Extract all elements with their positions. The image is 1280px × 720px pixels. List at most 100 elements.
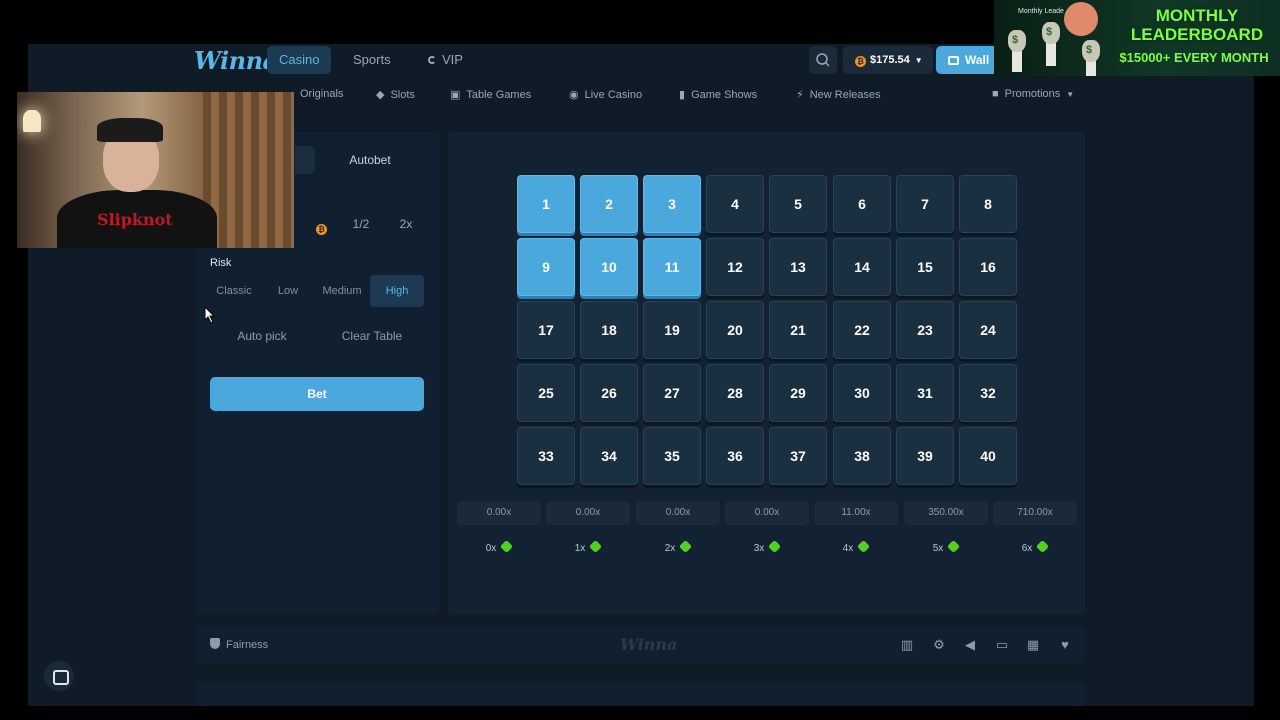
keno-tile[interactable]: 31	[896, 364, 954, 422]
auto-pick-button[interactable]: Auto pick	[208, 322, 316, 350]
keno-tile[interactable]: 22	[833, 301, 891, 359]
keno-tile[interactable]: 4	[706, 175, 764, 233]
subnav-new-releases[interactable]: ⚡ New Releases	[796, 88, 881, 101]
keno-tile[interactable]: 39	[896, 427, 954, 485]
search-button[interactable]	[809, 46, 837, 74]
subnav-live-casino[interactable]: ◉ Live Casino	[569, 88, 642, 101]
keno-tile[interactable]: 29	[769, 364, 827, 422]
keno-tile[interactable]: 38	[833, 427, 891, 485]
banner-subtitle: $15000+ EVERY MONTH	[1119, 50, 1269, 65]
gem-icon	[857, 539, 871, 554]
bottom-panel	[196, 682, 1085, 706]
keno-tile[interactable]: 2	[580, 175, 638, 233]
keno-tile[interactable]: 30	[833, 364, 891, 422]
half-bet-button[interactable]: 1/2	[341, 210, 381, 238]
keno-tile[interactable]: 7	[896, 175, 954, 233]
keno-tile[interactable]: 40	[959, 427, 1017, 485]
clear-table-button[interactable]: Clear Table	[318, 322, 426, 350]
gem-icon: ◆	[376, 89, 385, 101]
risk-option-low[interactable]: Low	[264, 275, 312, 307]
chat-button[interactable]	[44, 661, 74, 691]
wallet-button[interactable]: Wall	[936, 46, 996, 74]
hit-count-label: 1x	[574, 543, 586, 554]
layout-button[interactable]: ▦	[1024, 636, 1042, 654]
banner-small-text: Monthly Leade	[1018, 8, 1064, 15]
subnav-live-casino-label: Live Casino	[584, 89, 643, 101]
microphone-icon: ▮	[679, 89, 686, 101]
tab-manual[interactable]	[295, 146, 315, 174]
bet-amount-currency: ₿	[316, 218, 327, 235]
stats-button[interactable]: ▥	[898, 636, 916, 654]
keno-tile[interactable]: 3	[643, 175, 701, 233]
keno-tile[interactable]: 17	[517, 301, 575, 359]
webcam-overlay: Slipknot	[17, 92, 294, 248]
nav-vip-label: VIP	[442, 52, 463, 67]
webcam-person-cap	[97, 118, 163, 142]
subnav-promotions[interactable]: ■ Promotions ▼	[992, 88, 1074, 100]
keno-tile[interactable]: 23	[896, 301, 954, 359]
keno-tile[interactable]: 1	[517, 175, 575, 233]
lightning-icon: ⚡	[796, 89, 804, 101]
subnav-slots[interactable]: ◆ Slots	[376, 88, 415, 101]
subnav-game-shows[interactable]: ▮ Game Shows	[679, 88, 757, 101]
broadcast-icon: ◉	[569, 89, 579, 101]
hit-count: 2x	[636, 539, 720, 555]
keno-tile[interactable]: 13	[769, 238, 827, 296]
sound-button[interactable]: ◀	[961, 636, 979, 654]
payout-multiplier: 11.00x	[814, 501, 898, 525]
keno-tile[interactable]: 28	[706, 364, 764, 422]
balance-selector[interactable]: ₿ $175.54 ▼	[843, 46, 933, 74]
settings-button[interactable]: ⚙	[930, 636, 948, 654]
footer-logo: Winna	[620, 635, 678, 654]
keno-tile[interactable]: 14	[833, 238, 891, 296]
money-bag-icon	[1082, 40, 1100, 62]
keno-tile[interactable]: 33	[517, 427, 575, 485]
double-bet-button[interactable]: 2x	[388, 210, 424, 238]
hit-count-label: 3x	[753, 543, 765, 554]
chevron-down-icon: ▼	[1066, 90, 1075, 99]
keno-tile[interactable]: 24	[959, 301, 1017, 359]
risk-option-high[interactable]: High	[370, 275, 424, 307]
keno-tile[interactable]: 19	[643, 301, 701, 359]
keno-tile[interactable]: 12	[706, 238, 764, 296]
risk-option-medium[interactable]: Medium	[316, 275, 368, 307]
keno-tile[interactable]: 21	[769, 301, 827, 359]
keno-tile[interactable]: 32	[959, 364, 1017, 422]
webcam-shirt-text: Slipknot	[97, 210, 173, 229]
shield-icon	[210, 638, 220, 649]
keno-tile[interactable]: 20	[706, 301, 764, 359]
fairness-button[interactable]: Fairness	[210, 638, 268, 651]
keno-tile[interactable]: 6	[833, 175, 891, 233]
keno-tile[interactable]: 35	[643, 427, 701, 485]
keno-tile[interactable]: 9	[517, 238, 575, 296]
bet-button[interactable]: Bet	[210, 377, 424, 411]
keno-tile[interactable]: 5	[769, 175, 827, 233]
keno-tile[interactable]: 26	[580, 364, 638, 422]
game-footer: Fairness Winna ▥ ⚙ ◀ ▭ ▦ ♥	[196, 626, 1085, 664]
nav-casino[interactable]: Casino	[267, 46, 332, 74]
nav-vip[interactable]: VIP	[416, 46, 475, 74]
tab-autobet[interactable]: Autobet	[316, 146, 424, 174]
favorite-button[interactable]: ♥	[1056, 636, 1074, 654]
keno-tile[interactable]: 15	[896, 238, 954, 296]
keno-tile[interactable]: 11	[643, 238, 701, 296]
hotkeys-button[interactable]: ▭	[993, 636, 1011, 654]
gem-icon	[679, 539, 693, 554]
subnav-originals[interactable]: Originals	[300, 88, 343, 100]
keno-tile[interactable]: 25	[517, 364, 575, 422]
keno-tile[interactable]: 10	[580, 238, 638, 296]
subnav-new-releases-label: New Releases	[809, 89, 881, 101]
keno-tile[interactable]: 34	[580, 427, 638, 485]
gem-icon	[1036, 539, 1050, 554]
keno-tile[interactable]: 8	[959, 175, 1017, 233]
banner-title: MONTHLY LEADERBOARD	[1130, 6, 1264, 44]
nav-sports[interactable]: Sports	[341, 46, 403, 74]
keno-tile[interactable]: 27	[643, 364, 701, 422]
risk-option-classic[interactable]: Classic	[210, 275, 258, 307]
keno-tile[interactable]: 18	[580, 301, 638, 359]
keno-tile[interactable]: 36	[706, 427, 764, 485]
keno-tile[interactable]: 37	[769, 427, 827, 485]
keno-tile[interactable]: 16	[959, 238, 1017, 296]
subnav-table-games[interactable]: ▣ Table Games	[450, 88, 531, 101]
site-logo[interactable]: Winna	[194, 46, 278, 75]
